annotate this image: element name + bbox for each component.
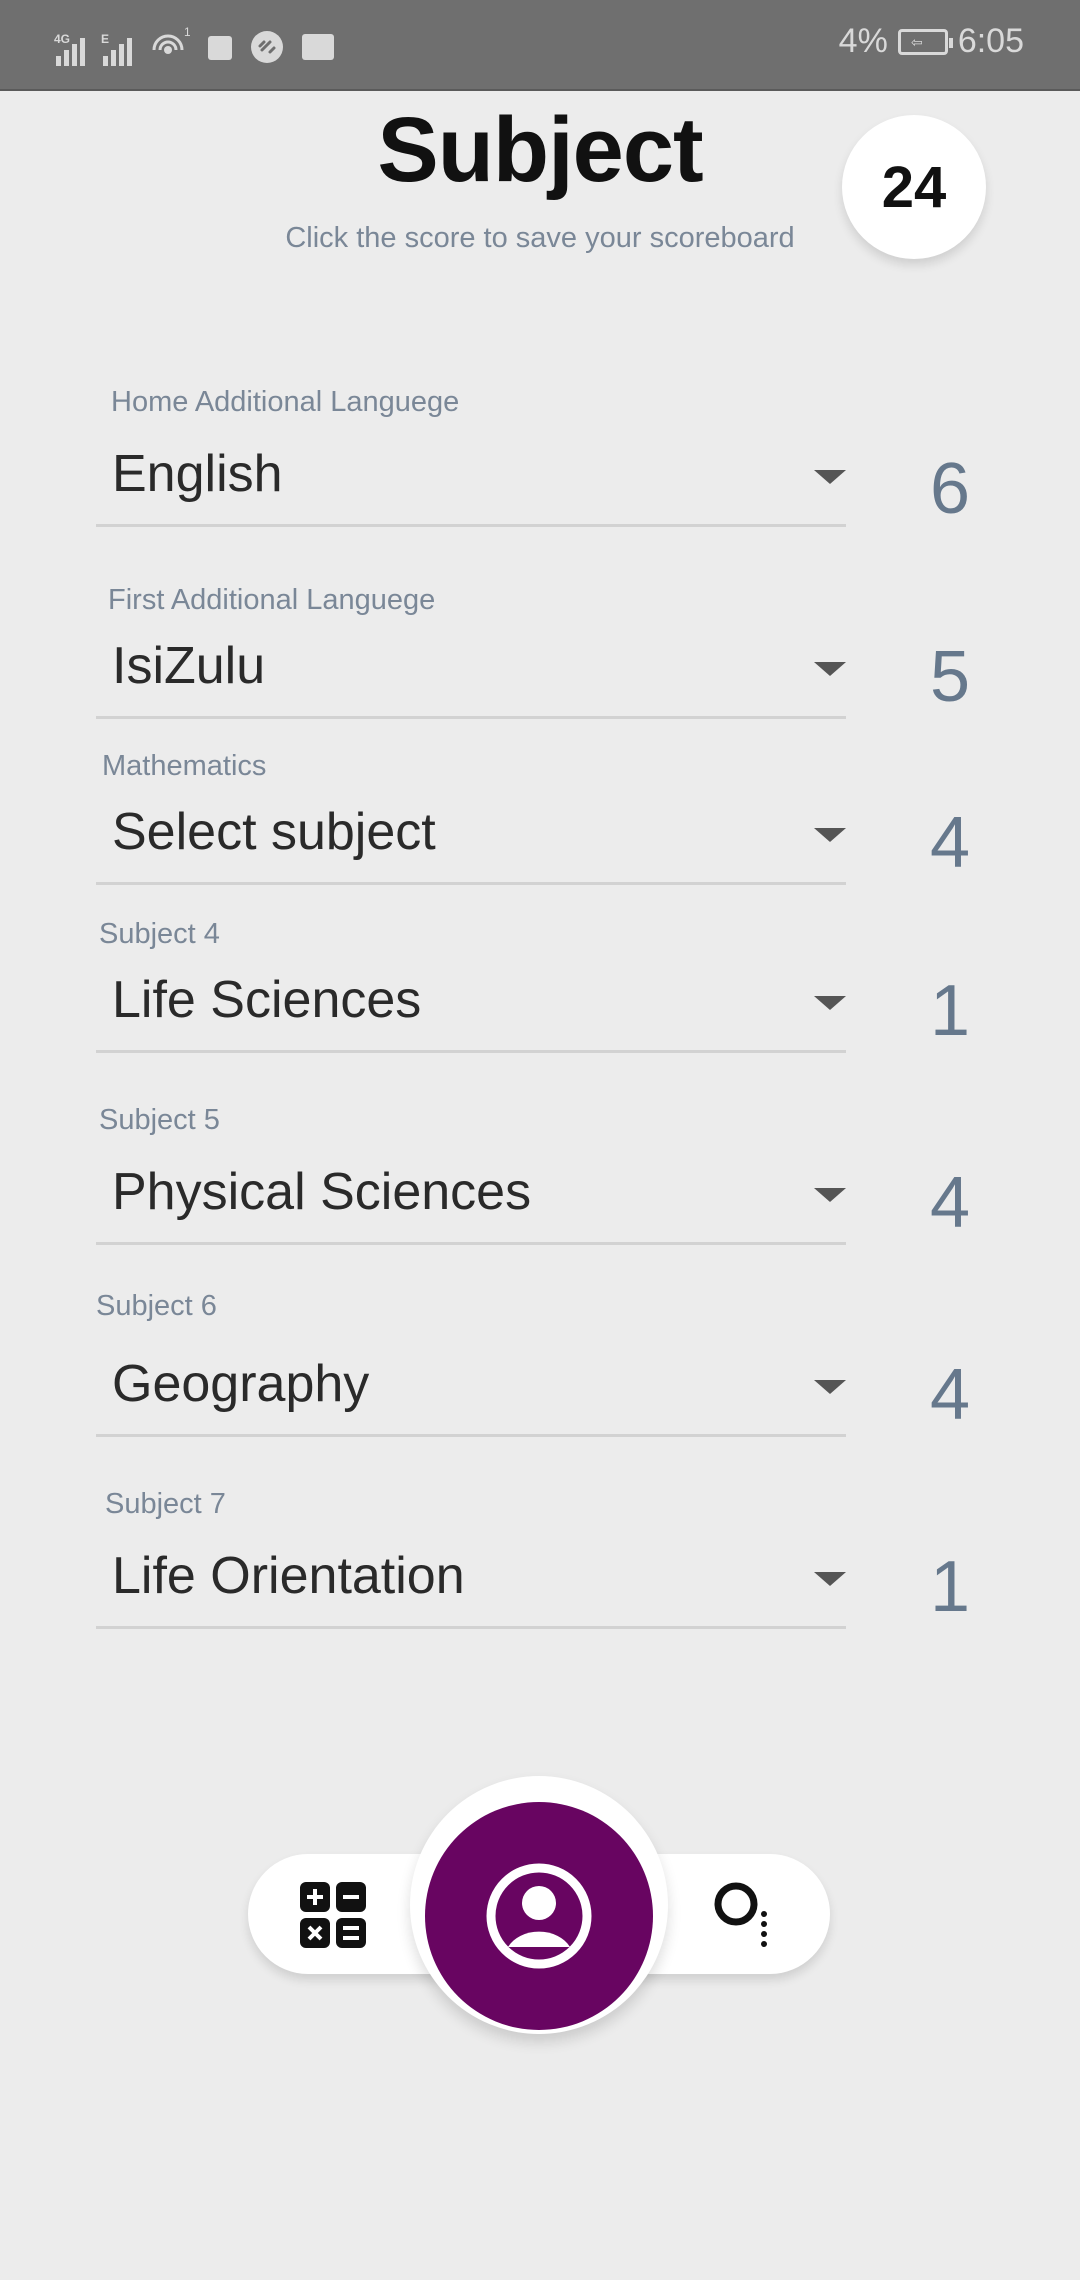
calculator-icon bbox=[300, 1882, 366, 1948]
subject-dropdown-value: Select subject bbox=[112, 803, 436, 861]
subject-dropdown-value: English bbox=[112, 445, 283, 503]
hotspot-icon: 1 bbox=[152, 26, 190, 54]
subject-label: Subject 5 bbox=[99, 1104, 220, 1136]
subject-score: 1 bbox=[930, 1547, 971, 1627]
chevron-down-icon bbox=[814, 1380, 846, 1394]
subject-label: Home Additional Languege bbox=[111, 386, 460, 418]
profile-icon bbox=[486, 1863, 592, 1969]
signal-e-icon: E bbox=[101, 32, 132, 66]
subject-score: 4 bbox=[930, 803, 971, 883]
network-type-label: 4G bbox=[54, 32, 71, 46]
subject-score: 4 bbox=[930, 1163, 971, 1243]
battery-charging-icon: ⇦ bbox=[897, 28, 953, 55]
subject-score: 1 bbox=[930, 971, 971, 1051]
signal-4g-icon: 4G bbox=[54, 32, 85, 66]
subject-dropdown[interactable]: Life Orientation bbox=[96, 1534, 846, 1629]
subject-dropdown[interactable]: English bbox=[96, 432, 846, 527]
network-type-label-2: E bbox=[101, 32, 110, 46]
subject-dropdown-value: Life Sciences bbox=[112, 971, 422, 1029]
subject-label: Subject 7 bbox=[105, 1488, 226, 1520]
hotspot-count: 1 bbox=[184, 26, 190, 39]
subject-dropdown[interactable]: IsiZulu bbox=[96, 624, 846, 719]
subject-score: 6 bbox=[930, 449, 971, 529]
subject-dropdown[interactable]: Select subject bbox=[96, 790, 846, 885]
battery-percent: 4% bbox=[838, 22, 888, 60]
subject-label: First Additional Languege bbox=[108, 584, 436, 616]
calculator-button[interactable] bbox=[300, 1882, 366, 1948]
subject-dropdown[interactable]: Physical Sciences bbox=[96, 1150, 846, 1245]
subject-label: Mathematics bbox=[102, 750, 267, 782]
subject-score: 4 bbox=[930, 1355, 971, 1435]
profile-button[interactable] bbox=[425, 1802, 653, 2030]
subject-dropdown-value: Physical Sciences bbox=[112, 1163, 532, 1221]
search-icon bbox=[714, 1882, 767, 1947]
clock: 6:05 bbox=[957, 22, 1024, 60]
total-score-button[interactable]: 24 bbox=[842, 115, 986, 259]
chevron-down-icon bbox=[814, 1188, 846, 1202]
status-icons-right: 4% ⇦ 6:05 bbox=[839, 22, 1024, 61]
subject-label: Subject 4 bbox=[99, 918, 220, 950]
subject-dropdown-value: IsiZulu bbox=[112, 637, 266, 695]
chevron-down-icon bbox=[814, 662, 846, 676]
search-button[interactable] bbox=[712, 1880, 778, 1950]
shazam-icon bbox=[251, 31, 283, 63]
subject-dropdown[interactable]: Life Sciences bbox=[96, 958, 846, 1053]
subject-label: Subject 6 bbox=[96, 1290, 217, 1322]
subject-dropdown-value: Life Orientation bbox=[112, 1547, 465, 1605]
status-bar: 4G E 1 4% ⇦ 6:05 bbox=[0, 0, 1080, 91]
chevron-down-icon bbox=[814, 470, 846, 484]
subject-score: 5 bbox=[930, 637, 971, 717]
subject-dropdown[interactable]: Geography bbox=[96, 1342, 846, 1437]
stop-icon bbox=[208, 36, 232, 60]
mms-icon bbox=[302, 34, 334, 60]
chevron-down-icon bbox=[814, 1572, 846, 1586]
chevron-down-icon bbox=[814, 828, 846, 842]
chevron-down-icon bbox=[814, 996, 846, 1010]
subject-dropdown-value: Geography bbox=[112, 1355, 370, 1413]
status-icons-left: 4G E 1 bbox=[54, 22, 334, 66]
